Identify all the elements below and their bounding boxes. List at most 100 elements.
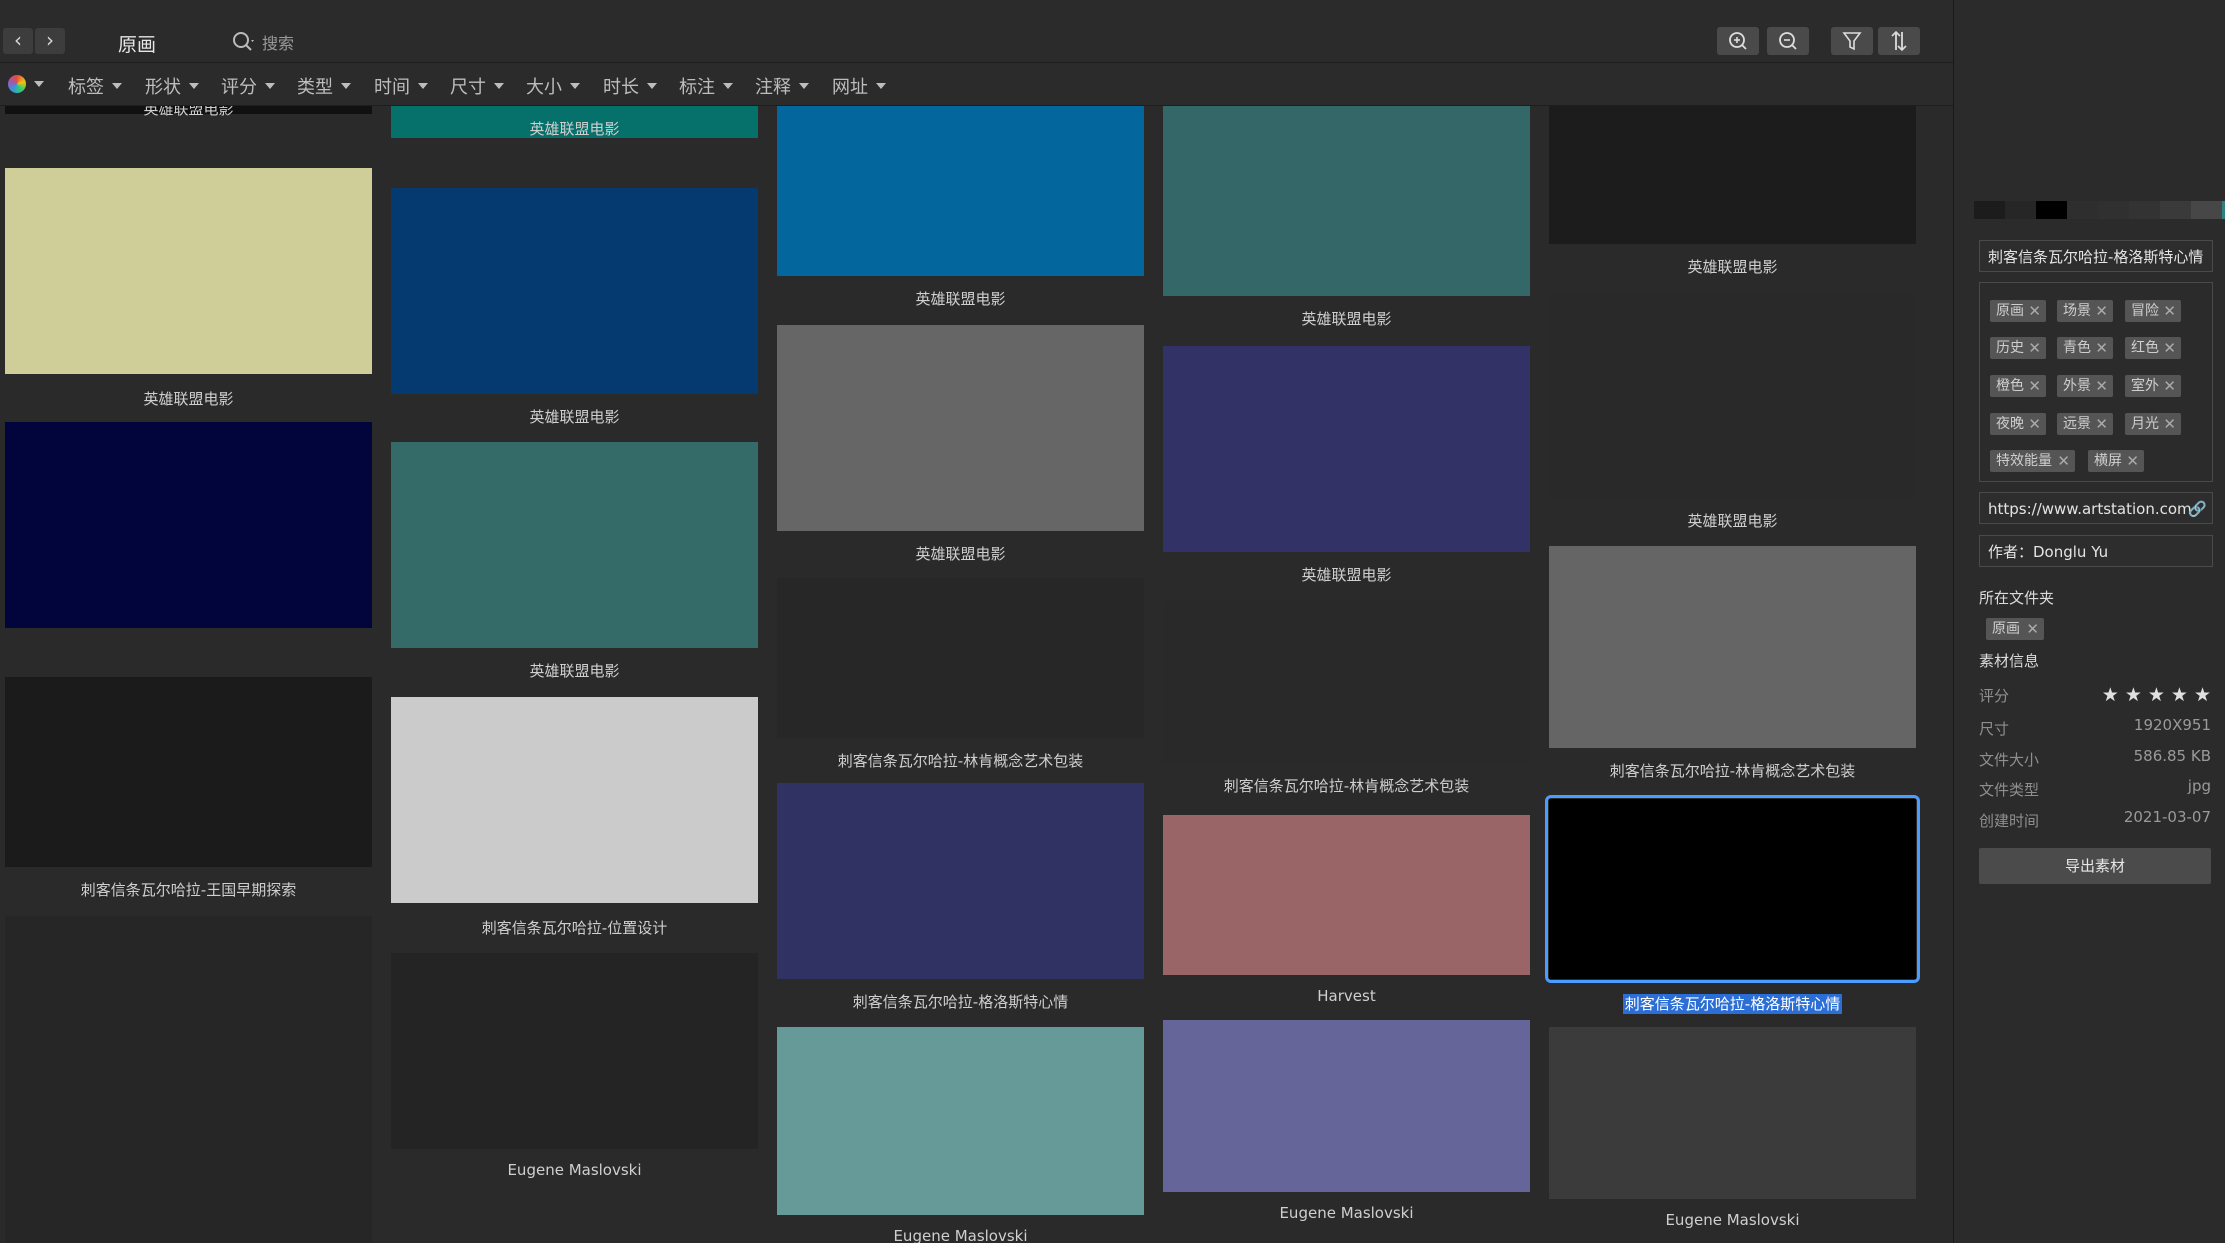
asset-card[interactable]: 刺客信条瓦尔哈拉-林肯概念艺术包装	[1549, 546, 1916, 788]
filter-url[interactable]: 网址	[832, 73, 886, 99]
close-icon[interactable]: ✕	[2163, 375, 2176, 397]
tag-chip[interactable]: 室外 ✕	[2125, 375, 2181, 397]
close-icon[interactable]: ✕	[2126, 450, 2139, 472]
asset-card[interactable]: 英雄联盟电影	[5, 168, 372, 414]
asset-card[interactable]: Eugene Maslovski	[1163, 1020, 1530, 1232]
asset-card[interactable]: 英雄联盟电影	[5, 106, 372, 154]
star-icon[interactable]: ★	[2102, 684, 2119, 706]
star-icon[interactable]: ★	[2171, 684, 2188, 706]
close-icon[interactable]: ✕	[2095, 300, 2108, 322]
asset-card[interactable]: 英雄联盟电影	[777, 106, 1144, 316]
asset-card[interactable]: Eugene Maslovski	[777, 1027, 1144, 1243]
color-swatch[interactable]	[2005, 201, 2036, 219]
asset-thumbnail[interactable]	[391, 697, 758, 903]
filter-type[interactable]: 类型	[297, 73, 351, 99]
asset-name-field[interactable]: 刺客信条瓦尔哈拉-格洛斯特心情	[1979, 240, 2213, 272]
asset-thumbnail[interactable]	[5, 677, 372, 867]
asset-thumbnail[interactable]	[1549, 292, 1916, 498]
tag-chip[interactable]: 历史 ✕	[1990, 337, 2046, 359]
filter-filesize[interactable]: 大小	[526, 73, 580, 99]
tag-chip[interactable]: 原画 ✕	[1990, 300, 2046, 322]
asset-card[interactable]: 刺客信条瓦尔哈拉-格洛斯特心情	[1545, 795, 1920, 1019]
asset-thumbnail[interactable]	[5, 422, 372, 628]
asset-card[interactable]: Eugene Maslovski	[391, 953, 758, 1189]
asset-card[interactable]: 英雄联盟电影	[777, 325, 1144, 571]
asset-card[interactable]: 刺客信条瓦尔哈拉-林肯概念艺术包装	[1163, 601, 1530, 803]
asset-thumbnail[interactable]	[1549, 106, 1916, 244]
author-field[interactable]: 作者：Donglu Yu	[1979, 535, 2213, 567]
tag-chip[interactable]: 远景 ✕	[2057, 413, 2113, 435]
close-icon[interactable]: ✕	[2095, 337, 2108, 359]
asset-card[interactable]: 英雄联盟电影	[391, 188, 758, 434]
asset-card[interactable]: 英雄联盟电影	[391, 106, 758, 178]
color-swatch[interactable]	[2160, 201, 2191, 219]
sort-button[interactable]	[1878, 27, 1920, 55]
close-icon[interactable]: ✕	[2057, 450, 2070, 472]
asset-thumbnail[interactable]	[777, 325, 1144, 531]
asset-thumbnail[interactable]	[391, 442, 758, 648]
asset-thumbnail[interactable]	[1163, 106, 1530, 296]
asset-thumbnail[interactable]	[777, 106, 1144, 276]
asset-thumbnail[interactable]	[391, 188, 758, 394]
asset-thumbnail[interactable]	[1163, 815, 1530, 975]
filter-tags[interactable]: 标签	[68, 73, 122, 99]
close-icon[interactable]: ✕	[2095, 413, 2108, 435]
filter-duration[interactable]: 时长	[603, 73, 657, 99]
star-icon[interactable]: ★	[2148, 684, 2165, 706]
filter-dimensions[interactable]: 尺寸	[450, 73, 504, 99]
asset-card[interactable]: 刺客信条瓦尔哈拉-格洛斯特心情	[777, 783, 1144, 1019]
asset-card[interactable]	[5, 916, 372, 1243]
export-button[interactable]: 导出素材	[1979, 848, 2211, 884]
tag-chip[interactable]: 红色 ✕	[2125, 337, 2181, 359]
asset-thumbnail[interactable]	[1163, 601, 1530, 763]
tag-chip[interactable]: 橙色 ✕	[1990, 375, 2046, 397]
star-icon[interactable]: ★	[2125, 684, 2142, 706]
color-filter-caret-icon[interactable]	[34, 81, 44, 87]
url-field[interactable]: https://www.artstation.com 🔗	[1979, 492, 2213, 524]
filter-annotation[interactable]: 标注	[679, 73, 733, 99]
close-icon[interactable]: ✕	[2095, 375, 2108, 397]
close-icon[interactable]: ✕	[2163, 300, 2176, 322]
asset-card[interactable]: 刺客信条瓦尔哈拉-位置设计	[391, 697, 758, 943]
asset-card[interactable]: 刺客信条瓦尔哈拉-林肯概念艺术包装	[777, 578, 1144, 778]
filter-time[interactable]: 时间	[374, 73, 428, 99]
tag-chip[interactable]: 外景 ✕	[2057, 375, 2113, 397]
color-swatch[interactable]	[1974, 201, 2005, 219]
asset-card[interactable]: 英雄联盟电影	[1549, 106, 1916, 284]
color-swatch[interactable]	[2036, 201, 2067, 219]
color-swatch[interactable]	[2129, 201, 2160, 219]
tag-box[interactable]: 原画 ✕ 场景 ✕ 冒险 ✕ 历史 ✕ 青色 ✕ 红色 ✕ 橙色 ✕ 外景 ✕ 室外 ✕ 夜晚 ✕ 远景 ✕ 月光 ✕ 特效能量…	[1979, 282, 2213, 482]
tag-chip[interactable]: 特效能量 ✕	[1990, 450, 2075, 472]
asset-thumbnail[interactable]	[1163, 346, 1530, 552]
link-icon[interactable]: 🔗	[2188, 501, 2207, 517]
asset-card[interactable]: 英雄联盟电影	[1549, 292, 1916, 538]
asset-card[interactable]: Harvest	[1163, 815, 1530, 1015]
tag-chip[interactable]: 月光 ✕	[2125, 413, 2181, 435]
filter-shape[interactable]: 形状	[145, 73, 199, 99]
asset-thumbnail[interactable]	[777, 1027, 1144, 1215]
star-icon[interactable]: ★	[2194, 684, 2211, 706]
color-filter-icon[interactable]	[8, 75, 26, 93]
asset-card[interactable]: 英雄联盟电影	[391, 442, 758, 688]
asset-card[interactable]	[5, 422, 372, 668]
close-icon[interactable]: ✕	[2028, 300, 2041, 322]
tag-chip[interactable]: 青色 ✕	[2057, 337, 2113, 359]
color-swatch[interactable]	[2067, 201, 2098, 219]
filter-button[interactable]	[1831, 27, 1873, 55]
folder-tag[interactable]: 原画 ✕	[1986, 618, 2044, 640]
asset-card[interactable]: 英雄联盟电影	[1163, 106, 1530, 336]
forward-button[interactable]: ›	[35, 28, 65, 54]
asset-thumbnail[interactable]	[777, 578, 1144, 738]
filter-rating[interactable]: 评分	[221, 73, 275, 99]
zoom-in-button[interactable]	[1717, 27, 1759, 55]
close-icon[interactable]: ✕	[2028, 413, 2041, 435]
close-icon[interactable]: ✕	[2026, 618, 2039, 640]
asset-thumbnail[interactable]	[1549, 546, 1916, 748]
asset-card[interactable]: 刺客信条瓦尔哈拉-王国早期探索	[5, 677, 372, 907]
color-swatch[interactable]	[2191, 201, 2222, 219]
asset-thumbnail[interactable]	[777, 783, 1144, 979]
asset-card[interactable]: 英雄联盟电影	[1163, 346, 1530, 592]
tag-chip[interactable]: 横屏 ✕	[2088, 450, 2144, 472]
close-icon[interactable]: ✕	[2163, 413, 2176, 435]
asset-thumbnail[interactable]	[5, 916, 372, 1243]
